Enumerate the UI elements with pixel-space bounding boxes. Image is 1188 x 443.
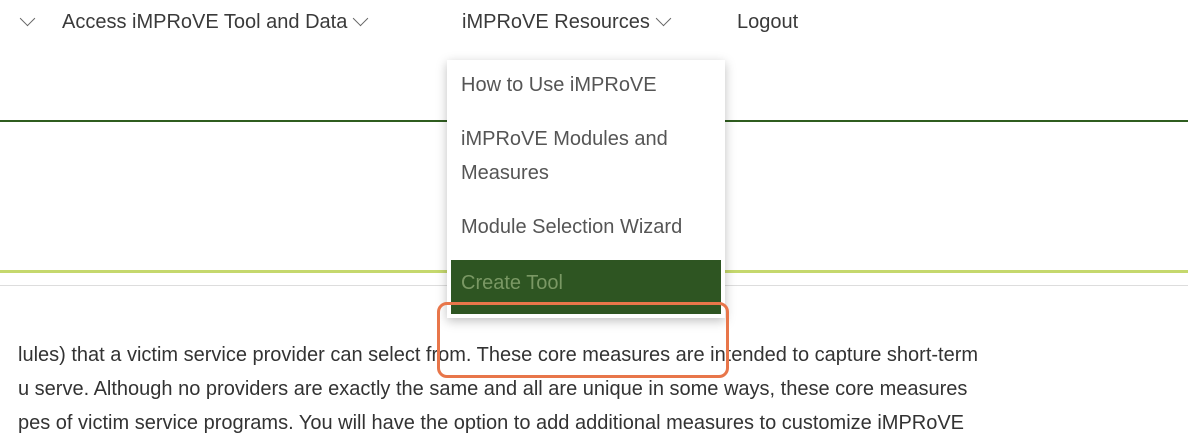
nav-logout[interactable]: Logout	[737, 8, 798, 36]
intro-paragraph: lules) that a victim service provider ca…	[18, 338, 1188, 440]
menu-item-how-to-use[interactable]: How to Use iMPRoVE	[447, 60, 725, 112]
intro-line-3: pes of victim service programs. You will…	[18, 412, 965, 434]
menu-item-modules-and-measures[interactable]: iMPRoVE Modules and Measures	[447, 112, 725, 200]
chevron-down-icon	[353, 10, 369, 27]
menu-item-create-tool[interactable]: Create Tool	[451, 260, 721, 314]
nav-access-tool-and-data[interactable]: Access iMPRoVE Tool and Data	[62, 8, 369, 36]
chevron-down-icon	[655, 10, 672, 27]
intro-line-2: u serve. Although no providers are exact…	[18, 378, 968, 400]
nav-improve-resources[interactable]: iMPRoVE Resources	[462, 8, 672, 36]
nav-previous-chevron[interactable]	[19, 8, 36, 36]
menu-item-module-selection-wizard[interactable]: Module Selection Wizard	[447, 200, 725, 254]
nav-access-tool-and-data-label: Access iMPRoVE Tool and Data	[62, 11, 348, 33]
resources-dropdown-menu: How to Use iMPRoVE iMPRoVE Modules and M…	[447, 60, 725, 318]
chevron-down-icon	[19, 10, 36, 27]
nav-improve-resources-label: iMPRoVE Resources	[462, 11, 650, 33]
intro-line-1: lules) that a victim service provider ca…	[18, 344, 979, 366]
top-navigation: Access iMPRoVE Tool and Data iMPRoVE Res…	[0, 0, 1188, 48]
nav-logout-label: Logout	[737, 11, 799, 33]
